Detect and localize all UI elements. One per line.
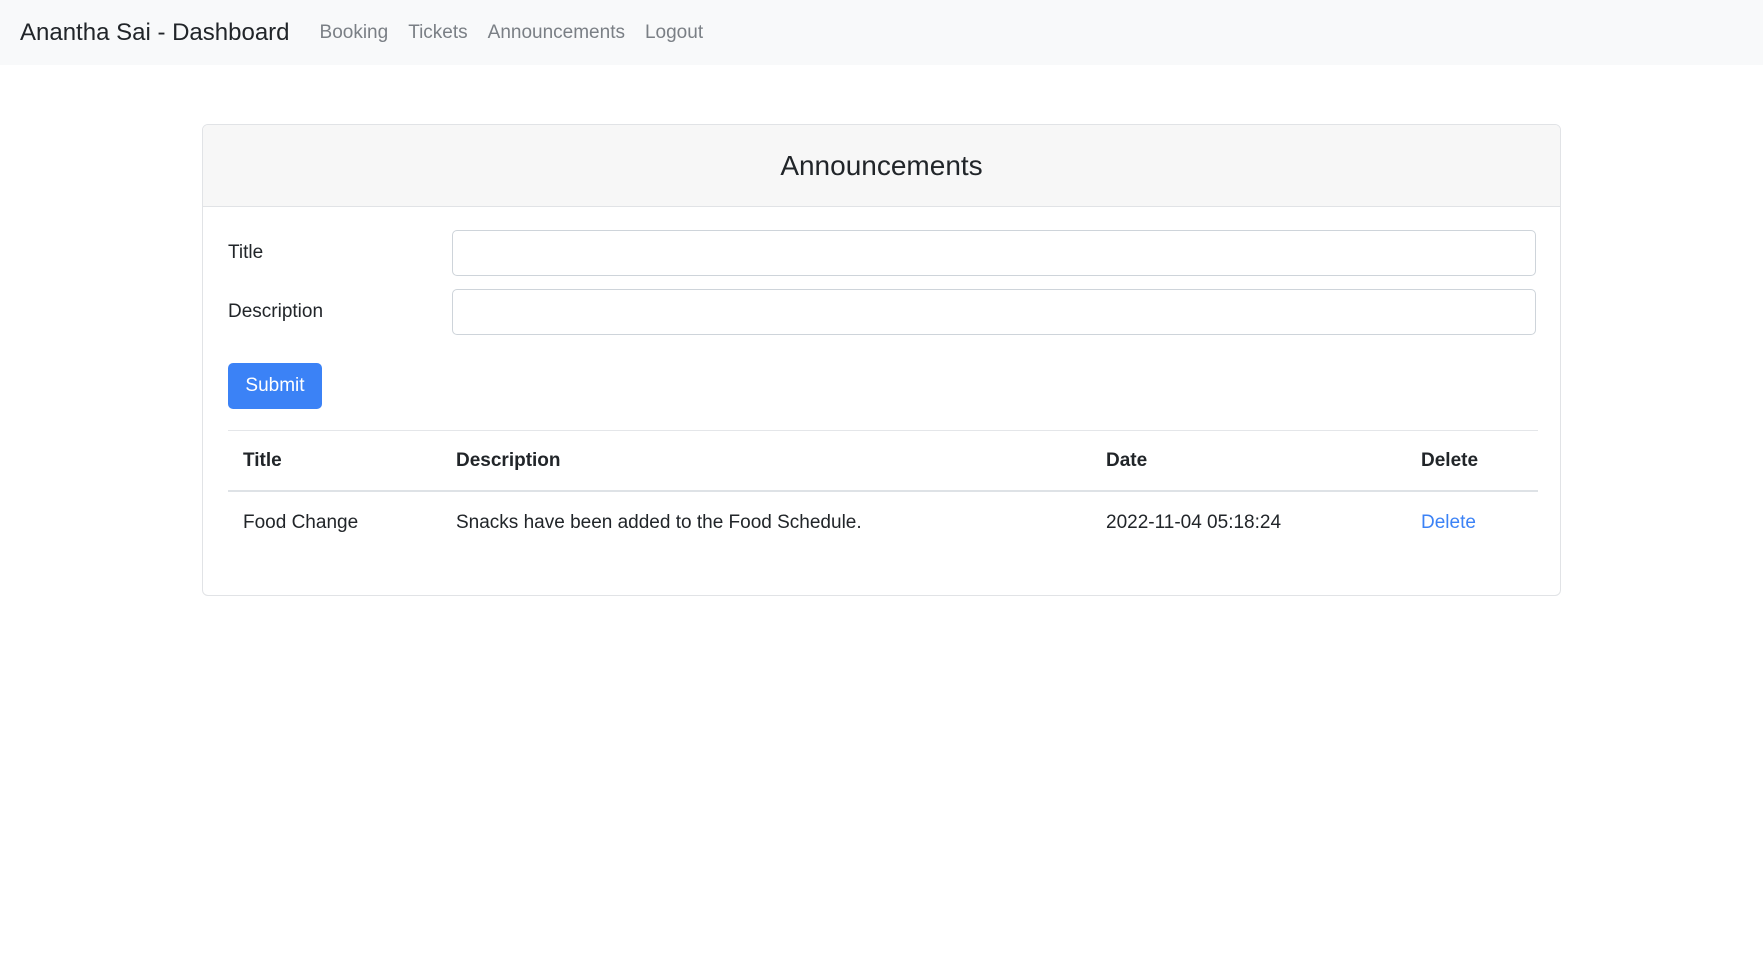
title-label: Title — [228, 242, 264, 263]
announcements-card: Announcements Title Description Submit T… — [202, 124, 1561, 596]
description-input[interactable] — [452, 289, 1536, 335]
delete-link[interactable]: Delete — [1421, 512, 1476, 533]
row-title-cell: Food Change — [243, 511, 359, 533]
column-header-delete: Delete — [1406, 431, 1538, 492]
table-header-row: Title Description Date Delete — [228, 431, 1538, 492]
nav-link-announcements[interactable]: Announcements — [488, 22, 625, 44]
nav-link-logout[interactable]: Logout — [645, 22, 703, 44]
row-delete-cell: Delete — [1406, 491, 1538, 553]
column-header-date: Date — [1091, 431, 1406, 492]
title-form-row: Title — [228, 230, 1538, 276]
announcements-table-wrap: Title Description Date Delete Food Chang… — [228, 430, 1538, 553]
row-date-cell: 2022-11-04 05:18:24 — [1106, 511, 1282, 533]
announcements-table: Title Description Date Delete Food Chang… — [228, 431, 1538, 553]
navbar-brand[interactable]: Anantha Sai - Dashboard — [20, 19, 290, 47]
card-header: Announcements — [203, 125, 1560, 207]
nav-link-booking[interactable]: Booking — [320, 22, 389, 44]
submit-button[interactable]: Submit — [228, 363, 322, 409]
row-description-cell: Snacks have been added to the Food Sched… — [456, 511, 862, 533]
nav-link-tickets[interactable]: Tickets — [408, 22, 467, 44]
description-label: Description — [228, 301, 324, 322]
title-input[interactable] — [452, 230, 1536, 276]
top-navbar: Anantha Sai - Dashboard Booking Tickets … — [0, 0, 1763, 65]
description-form-row: Description — [228, 289, 1538, 335]
column-header-title: Title — [228, 431, 441, 492]
column-header-description: Description — [441, 431, 1091, 492]
table-row: Food Change Snacks have been added to th… — [228, 491, 1538, 553]
page-title: Announcements — [780, 149, 983, 181]
